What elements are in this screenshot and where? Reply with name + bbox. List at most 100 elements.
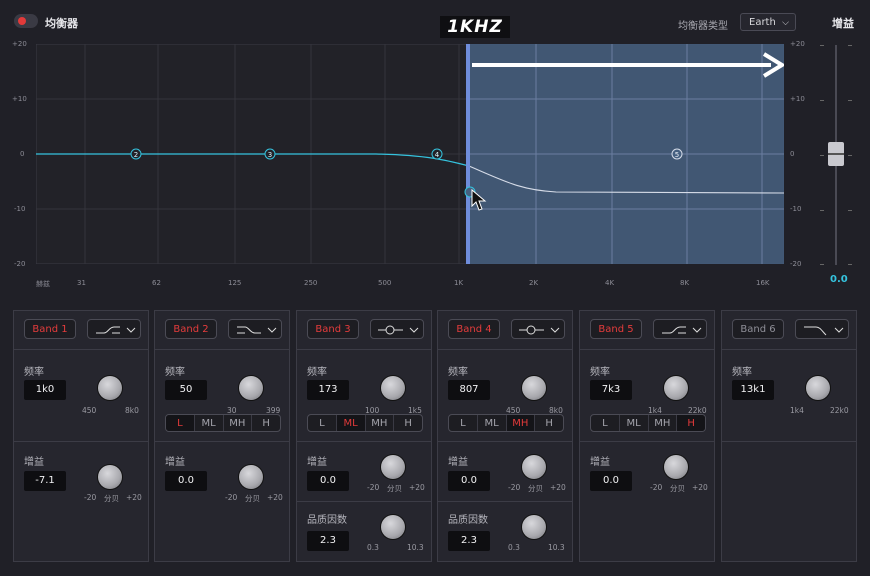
band-4-gain-knob[interactable] — [522, 455, 546, 479]
gain-section: 增益 0.0 -20 分贝 +20 — [297, 441, 431, 502]
band-1-freq-knob[interactable] — [98, 376, 122, 400]
bell-icon — [378, 325, 419, 335]
x-label: 2K — [529, 279, 539, 287]
band-1-freq-value[interactable]: 1k0 — [24, 380, 66, 400]
freq-min: 450 — [82, 406, 97, 415]
band-6-panel: Band 6 频率 13k1 1k4 22k0 — [721, 310, 857, 562]
band-4-gain-value[interactable]: 0.0 — [448, 471, 490, 491]
band-1-gain-knob[interactable] — [98, 465, 122, 489]
band-3-q-value[interactable]: 2.3 — [307, 531, 349, 551]
high-cut-icon — [804, 326, 844, 336]
band-1-gain-value[interactable]: -7.1 — [24, 471, 66, 491]
band-3-gain-knob[interactable] — [381, 455, 405, 479]
band-header: Band 4 — [438, 311, 572, 350]
band-6-freq-knob[interactable] — [806, 376, 830, 400]
range-L-button[interactable]: L — [591, 415, 620, 431]
band-3-freq-value[interactable]: 173 — [307, 380, 349, 400]
band-6-freq-value[interactable]: 13k1 — [732, 380, 774, 400]
gain-max: +20 — [409, 483, 425, 492]
band-3-range-selector: L ML MH H — [307, 414, 423, 432]
band-4-panel: Band 4 频率 807 450 8k0 L ML MH H 增益 0.0 -… — [437, 310, 573, 562]
band-1-toggle-button[interactable]: Band 1 — [24, 319, 76, 339]
q-section: 品质因数 2.3 0.3 10.3 — [438, 501, 572, 561]
y-label-right: 0 — [790, 150, 795, 158]
range-ML-button[interactable]: ML — [478, 415, 507, 431]
range-L-button[interactable]: L — [308, 415, 337, 431]
freq-max: 8k0 — [125, 406, 139, 415]
band-6-toggle-button[interactable]: Band 6 — [732, 319, 784, 339]
range-H-button[interactable]: H — [394, 415, 422, 431]
band-5-freq-value[interactable]: 7k3 — [590, 380, 632, 400]
band-4-shape-select[interactable] — [511, 319, 565, 339]
gain-unit: 分贝 — [245, 494, 260, 503]
band-3-panel: Band 3 频率 173 100 1k5 L ML MH H 增益 0.0 -… — [296, 310, 432, 562]
band-2-freq-knob[interactable] — [239, 376, 263, 400]
gain-max: +20 — [550, 483, 566, 492]
range-MH-button[interactable]: MH — [366, 415, 395, 431]
band-node-2-label: 2 — [134, 151, 138, 159]
range-H-button[interactable]: H — [677, 415, 705, 431]
gain-section: 增益 -7.1 -20 分贝 +20 — [14, 441, 148, 561]
band-5-shape-select[interactable] — [653, 319, 707, 339]
band-4-q-knob[interactable] — [522, 515, 546, 539]
range-ML-button[interactable]: ML — [336, 415, 366, 431]
band-3-shape-select[interactable] — [370, 319, 424, 339]
freq-section: 频率 50 30 399 L ML MH H — [155, 349, 289, 442]
freq-label: 频率 — [590, 367, 610, 378]
band-5-freq-knob[interactable] — [664, 376, 688, 400]
band-2-toggle-button[interactable]: Band 2 — [165, 319, 217, 339]
gain-section: 增益 0.0 -20 分贝 +20 — [155, 441, 289, 561]
x-label: 500 — [378, 279, 392, 287]
range-MH-button[interactable]: MH — [224, 415, 253, 431]
range-H-button[interactable]: H — [535, 415, 563, 431]
q-label: 品质因数 — [448, 515, 488, 526]
y-label-left: +20 — [12, 40, 27, 48]
band-3-gain-value[interactable]: 0.0 — [307, 471, 349, 491]
range-H-button[interactable]: H — [252, 415, 280, 431]
band-4-freq-value[interactable]: 807 — [448, 380, 490, 400]
band-3-freq-knob[interactable] — [381, 376, 405, 400]
band-3-q-knob[interactable] — [381, 515, 405, 539]
range-MH-button[interactable]: MH — [506, 415, 536, 431]
eq-enable-toggle[interactable] — [14, 14, 38, 28]
band-5-gain-value[interactable]: 0.0 — [590, 471, 632, 491]
gain-label: 增益 — [307, 457, 327, 468]
gain-max: +20 — [267, 493, 283, 502]
x-label: 8K — [680, 279, 690, 287]
band-4-q-value[interactable]: 2.3 — [448, 531, 490, 551]
low-shelf-icon — [96, 326, 136, 334]
freq-label: 频率 — [448, 367, 468, 378]
eq-curve-svg: 2 3 4 5 — [35, 43, 786, 265]
range-ML-button[interactable]: ML — [620, 415, 649, 431]
band-4-freq-knob[interactable] — [522, 376, 546, 400]
band-2-freq-value[interactable]: 50 — [165, 380, 207, 400]
band-4-toggle-button[interactable]: Band 4 — [448, 319, 500, 339]
band-1-shape-select[interactable] — [87, 319, 141, 339]
chevron-down-icon: ⌵ — [782, 18, 789, 28]
frequency-banner: 1KHZ — [440, 16, 510, 38]
q-min: 0.3 — [508, 543, 520, 552]
eq-type-select[interactable]: Earth ⌵ — [740, 13, 796, 31]
eq-type-value: Earth — [749, 17, 776, 28]
band-2-range-selector: L ML MH H — [165, 414, 281, 432]
freq-section: 频率 13k1 1k4 22k0 — [722, 349, 856, 442]
band-3-toggle-button[interactable]: Band 3 — [307, 319, 359, 339]
band-5-gain-knob[interactable] — [664, 455, 688, 479]
range-L-button[interactable]: L — [449, 415, 478, 431]
range-MH-button[interactable]: MH — [649, 415, 678, 431]
band-header: Band 6 — [722, 311, 856, 350]
band-2-gain-knob[interactable] — [239, 465, 263, 489]
range-ML-button[interactable]: ML — [195, 415, 224, 431]
eq-graph[interactable]: 2 3 4 5 — [35, 43, 786, 265]
band-6-shape-select[interactable] — [795, 319, 849, 339]
range-L-button[interactable]: L — [166, 415, 195, 431]
band-5-toggle-button[interactable]: Band 5 — [590, 319, 642, 339]
band-2-gain-value[interactable]: 0.0 — [165, 471, 207, 491]
x-label: 赫兹 — [36, 280, 50, 288]
band-node-4-label: 4 — [435, 151, 440, 159]
gain-section: 增益 0.0 -20 分贝 +20 — [438, 441, 572, 502]
band-2-shape-select[interactable] — [228, 319, 282, 339]
y-label-left: -20 — [14, 260, 26, 268]
band-5-range-selector: L ML MH H — [590, 414, 706, 432]
band-5-panel: Band 5 频率 7k3 1k4 22k0 L ML MH H 增益 0.0 … — [579, 310, 715, 562]
